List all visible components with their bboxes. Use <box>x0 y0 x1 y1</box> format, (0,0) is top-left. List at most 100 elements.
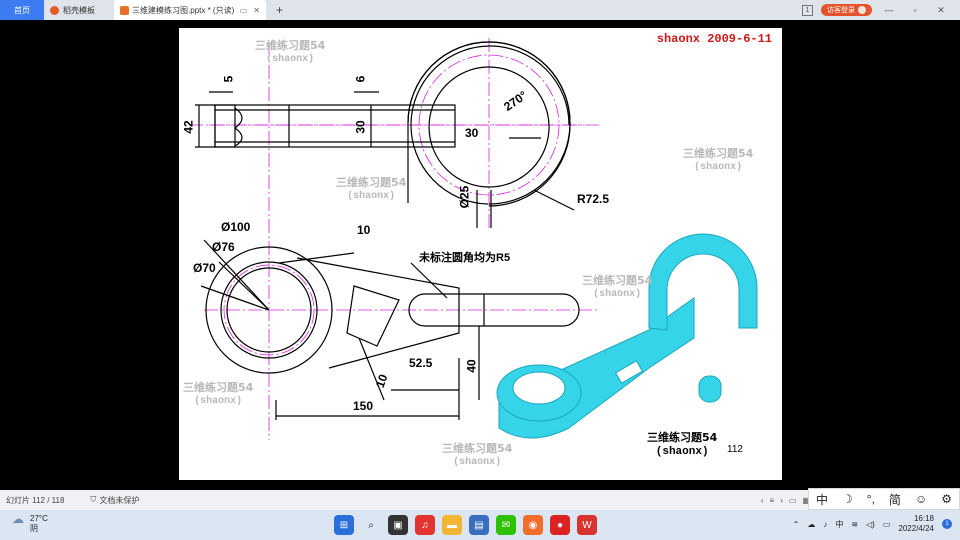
tab-templates-label: 稻壳模板 <box>63 5 95 15</box>
tab-close-icon[interactable]: ✕ <box>253 6 260 15</box>
prev-icon[interactable]: ‹ <box>761 496 764 505</box>
minimize-button[interactable]: — <box>880 5 898 15</box>
slide-canvas[interactable]: shaonx 2009-6-11 三维练习题54 (shaonx) 三维练习题54… <box>179 28 782 480</box>
watermark-title: 三维练习题54 <box>582 274 653 287</box>
mic-icon[interactable]: ♪ <box>823 520 827 529</box>
watermark-title: 三维练习题54 <box>442 442 513 455</box>
battery-icon[interactable]: ▭ <box>883 520 891 529</box>
new-tab-button[interactable]: + <box>266 3 293 17</box>
time: 16:18 <box>913 514 934 523</box>
file-explorer-icon[interactable]: ▬ <box>442 515 462 535</box>
watermark-2: 三维练习题54 (shaonx) <box>336 176 406 204</box>
wps-icon[interactable]: W <box>577 515 597 535</box>
docer-icon <box>50 5 59 15</box>
watermark-title: 三维练习题54 <box>683 147 754 160</box>
ime-chinese-mode[interactable]: 中 <box>816 491 828 508</box>
guest-login-button[interactable]: 访客登录 <box>821 4 872 16</box>
notification-badge[interactable]: 1 <box>942 519 952 529</box>
tab-document-label: 三维建模练习图.pptx * (只读) <box>132 5 235 15</box>
watermark-title: 三维练习题54 <box>336 176 407 189</box>
dim-10-top: 10 <box>357 223 371 237</box>
taskbar-apps: ⊞ ⌕ ▣ ♫ ▬ ▤ ✉ ◉ ● W <box>334 515 597 535</box>
ime-emoji-icon[interactable]: ☺ <box>915 492 927 506</box>
dim-d70: Ø70 <box>193 261 216 275</box>
music-app-icon[interactable]: ♫ <box>415 515 435 535</box>
tab-pin-icon[interactable]: ▭ <box>240 6 248 15</box>
ime-punct-icon[interactable]: °, <box>867 492 875 506</box>
record-icon[interactable]: ● <box>550 515 570 535</box>
watermark-title: 三维练习题54 <box>255 39 326 52</box>
dim-30-vertical: 30 <box>353 120 368 134</box>
document-protect-status[interactable]: ⛉ 文档未保护 <box>90 495 139 506</box>
next-icon[interactable]: › <box>780 496 783 505</box>
wifi-icon[interactable]: ≋ <box>851 520 858 529</box>
ime-moon-icon[interactable]: ☽ <box>842 492 853 506</box>
system-tray: ⌃ ☁ ♪ 中 ≋ ◁) ▭ 16:18 2022/4/24 1 <box>793 514 952 534</box>
caption-title: 三维练习题54 <box>647 431 718 444</box>
ime-toolbar: 中 ☽ °, 简 ☺ ⚙ <box>808 488 960 510</box>
wechat-icon[interactable]: ✉ <box>496 515 516 535</box>
weather-condition: 阴 <box>30 524 38 533</box>
normal-view-icon[interactable]: ▭ <box>789 496 797 505</box>
slide-stage: shaonx 2009-6-11 三维练习题54 (shaonx) 三维练习题54… <box>0 20 960 490</box>
clock[interactable]: 16:18 2022/4/24 <box>898 514 934 534</box>
notes-icon[interactable]: ≡ <box>770 496 775 505</box>
taskview-icon[interactable]: ▣ <box>388 515 408 535</box>
dim-30: 30 <box>465 126 479 140</box>
avatar-icon <box>858 6 866 14</box>
browser-icon[interactable]: ◉ <box>523 515 543 535</box>
ime-settings-icon[interactable]: ⚙ <box>941 492 952 506</box>
date: 2022/4/24 <box>898 524 934 533</box>
watermark-sub: (shaonx) <box>453 457 502 468</box>
model-caption: 三维练习题54 (shaonx) <box>647 430 717 460</box>
ppt-file-icon <box>120 5 129 15</box>
fillet-note: 未标注圆角均为R5 <box>419 252 511 264</box>
slide-number: 112 <box>727 444 743 455</box>
temperature: 27°C <box>30 514 48 523</box>
tab-home[interactable]: 首页 <box>0 0 44 20</box>
caption-sub: (shaonx) <box>655 446 709 458</box>
watermark-1: 三维练习题54 (shaonx) <box>255 39 325 67</box>
dim-5: 5 <box>221 75 236 83</box>
dim-40: 40 <box>464 359 479 373</box>
dim-r72-5: R72.5 <box>577 192 610 206</box>
watermark-sub: (shaonx) <box>593 289 642 300</box>
dim-42: 42 <box>181 120 196 134</box>
tab-document[interactable]: 三维建模练习图.pptx * (只读) ▭ ✕ <box>114 0 266 20</box>
weather-widget[interactable]: ☁ 27°C 阴 <box>12 513 48 534</box>
dim-d25: Ø25 <box>457 185 472 209</box>
start-icon[interactable]: ⊞ <box>334 515 354 535</box>
dim-d100: Ø100 <box>221 220 251 234</box>
protect-label: 文档未保护 <box>99 495 140 505</box>
slide-counter: 幻灯片 112 / 118 <box>6 495 65 505</box>
watermark-4: 三维练习题54 (shaonx) <box>582 274 652 302</box>
watermark-6: 三维练习题54 (shaonx) <box>442 442 512 470</box>
dim-150: 150 <box>353 399 374 413</box>
tab-home-label: 首页 <box>14 5 30 15</box>
guest-login-label: 访客登录 <box>827 7 855 14</box>
shield-icon: ⛉ <box>90 495 97 504</box>
maximize-button[interactable]: ▫ <box>906 5 924 15</box>
chevron-up-icon[interactable]: ⌃ <box>793 520 800 529</box>
window-count-badge[interactable]: 1 <box>802 4 813 16</box>
dim-6: 6 <box>353 75 368 83</box>
author-stamp: shaonx 2009-6-11 <box>656 32 772 46</box>
search-icon[interactable]: ⌕ <box>361 515 381 535</box>
store-icon[interactable]: ▤ <box>469 515 489 535</box>
tab-templates[interactable]: 稻壳模板 <box>44 0 114 20</box>
watermark-sub: (shaonx) <box>194 396 243 407</box>
watermark-5: 三维练习题54 (shaonx) <box>183 381 253 409</box>
dim-d76: Ø76 <box>212 240 235 254</box>
close-button[interactable]: ✕ <box>932 5 950 16</box>
watermark-3: 三维练习题54 (shaonx) <box>683 147 753 175</box>
watermark-title: 三维练习题54 <box>183 381 254 394</box>
watermark-sub: (shaonx) <box>266 54 315 65</box>
taskbar: ☁ 27°C 阴 ⊞ ⌕ ▣ ♫ ▬ ▤ ✉ ◉ ● W ⌃ ☁ ♪ 中 ≋ ◁)… <box>0 510 960 540</box>
cloud-tray-icon[interactable]: ☁ <box>807 520 815 529</box>
watermark-sub: (shaonx) <box>694 162 743 173</box>
ime-language[interactable]: 中 <box>835 519 843 530</box>
dim-52-5: 52.5 <box>409 356 433 370</box>
title-bar: 首页 稻壳模板 三维建模练习图.pptx * (只读) ▭ ✕ + 1 访客登录… <box>0 0 960 20</box>
ime-simplified[interactable]: 简 <box>889 491 901 508</box>
volume-icon[interactable]: ◁) <box>866 520 875 529</box>
